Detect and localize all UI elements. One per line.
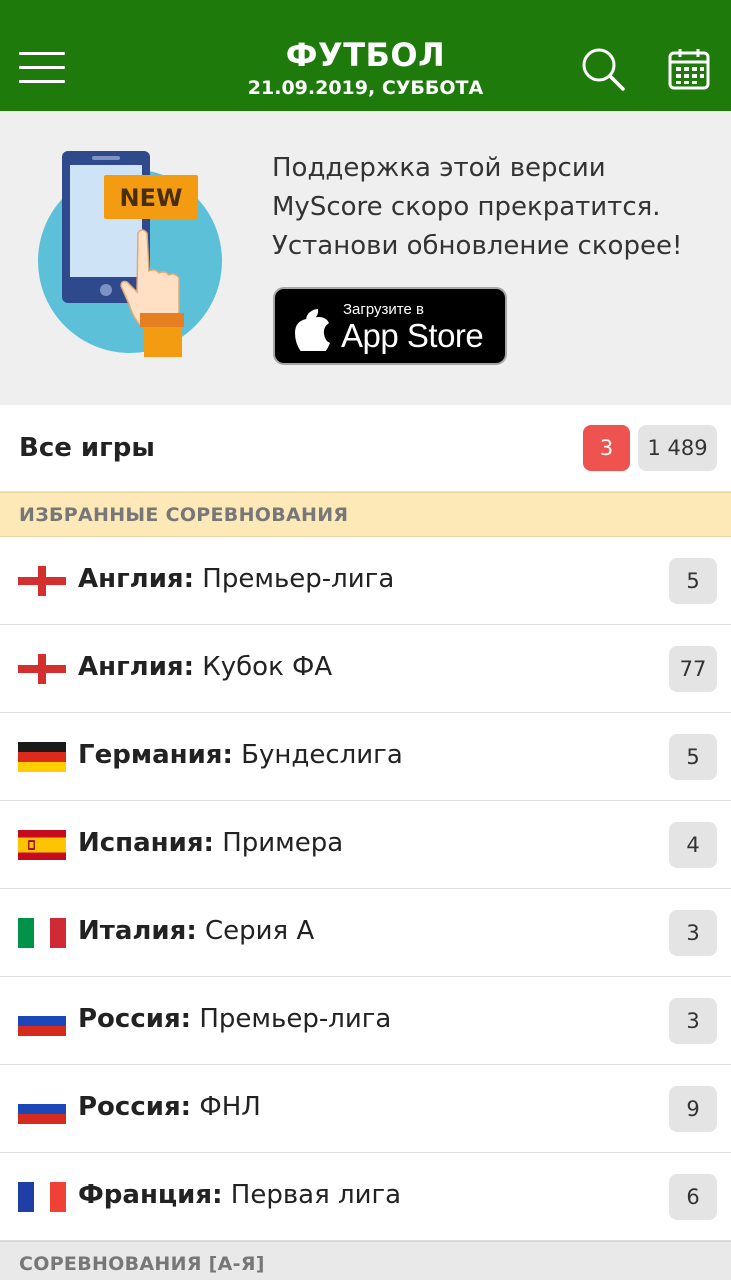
league-country: Германия: [78,740,233,770]
league-row[interactable]: Россия: Премьер-лига 3 [0,977,731,1065]
league-name: Бундеслига [241,740,403,770]
league-match-count: 3 [669,998,717,1044]
league-name: Первая лига [230,1180,402,1210]
favorite-leagues-list: Англия: Премьер-лига 5 Англия: Кубок ФА … [0,537,731,1241]
league-row[interactable]: Германия: Бундеслига 5 [0,713,731,801]
store-caption: Загрузите в [343,301,424,318]
update-promo-banner: NEW Поддержка этой версии MyScore скоро … [0,111,731,405]
league-country: Англия: [78,564,195,594]
league-name: Премьер-лига [199,1004,392,1034]
spain-flag-icon [18,830,66,860]
app-store-button[interactable]: Загрузите в App Store [273,287,507,365]
league-match-count: 77 [669,646,717,692]
league-name: ФНЛ [199,1092,261,1122]
league-row[interactable]: Англия: Кубок ФА 77 [0,625,731,713]
apple-logo-icon [291,305,331,356]
favorites-section-header: ИЗБРАННЫЕ СОРЕВНОВАНИЯ [0,492,731,537]
league-country: Россия: [78,1092,192,1122]
league-row[interactable]: Италия: Серия А 3 [0,889,731,977]
league-country: Россия: [78,1004,192,1034]
league-match-count: 9 [669,1086,717,1132]
league-match-count: 6 [669,1174,717,1220]
league-name: Кубок ФА [202,652,333,682]
league-name: Премьер-лига [202,564,395,594]
all-games-row[interactable]: Все игры 3 1 489 [0,405,731,492]
promo-message: Поддержка этой версии MyScore скоро прек… [272,153,683,261]
total-count-badge[interactable]: 1 489 [638,425,717,471]
league-match-count: 4 [669,822,717,868]
league-country: Испания: [78,828,214,858]
league-match-count: 5 [669,558,717,604]
league-row[interactable]: Англия: Премьер-лига 5 [0,537,731,625]
league-match-count: 5 [669,734,717,780]
league-name: Серия А [205,916,315,946]
league-row[interactable]: Испания: Примера 4 [0,801,731,889]
all-competitions-section-header[interactable]: СОРЕВНОВАНИЯ [А-Я] [0,1241,731,1280]
league-country: Франция: [78,1180,223,1210]
league-name: Примера [222,828,344,858]
england-flag-icon [18,654,66,684]
england-flag-icon [18,566,66,596]
france-flag-icon [18,1182,66,1212]
store-name: App Store [341,317,484,354]
league-match-count: 3 [669,910,717,956]
all-games-label: Все игры [19,433,155,463]
russia-flag-icon [18,1094,66,1124]
league-row[interactable]: Франция: Первая лига 6 [0,1153,731,1241]
calendar-icon[interactable] [667,47,711,91]
league-row[interactable]: Россия: ФНЛ 9 [0,1065,731,1153]
italy-flag-icon [18,918,66,948]
russia-flag-icon [18,1006,66,1036]
phone-update-illustration: NEW [34,147,229,357]
league-country: Англия: [78,652,195,682]
live-count-badge[interactable]: 3 [583,425,630,471]
search-icon[interactable] [580,46,626,92]
app-header: ФУТБОЛ 21.09.2019, СУББОТА [0,0,731,111]
germany-flag-icon [18,742,66,772]
new-badge-text: NEW [120,184,183,212]
league-country: Италия: [78,916,197,946]
